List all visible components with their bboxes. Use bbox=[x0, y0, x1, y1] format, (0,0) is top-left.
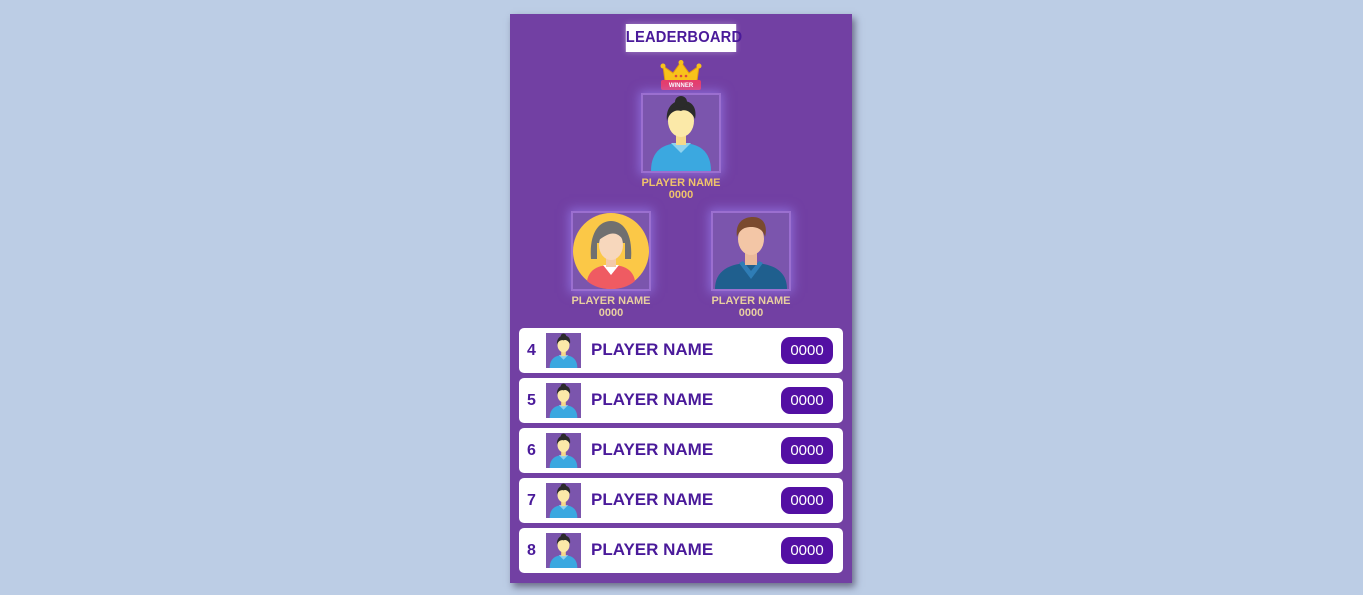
player-avatar-icon bbox=[546, 333, 581, 368]
leaderboard-row[interactable]: 4 PLAYER NAME 0000 bbox=[519, 328, 843, 373]
player-avatar-icon bbox=[546, 383, 581, 418]
leaderboard-row[interactable]: 8 PLAYER NAME 0000 bbox=[519, 528, 843, 573]
third-place-avatar bbox=[711, 211, 791, 291]
female-avatar-icon bbox=[643, 95, 719, 171]
row-score-badge: 0000 bbox=[781, 437, 833, 464]
third-place-score: 0000 bbox=[738, 307, 764, 319]
row-rank: 6 bbox=[527, 442, 536, 459]
row-rank: 4 bbox=[527, 342, 536, 359]
player-avatar-icon bbox=[546, 533, 581, 568]
winner-avatar bbox=[641, 93, 721, 173]
second-place-avatar bbox=[571, 211, 651, 291]
third-place-name: PLAYER NAME bbox=[711, 295, 791, 307]
second-place-name: PLAYER NAME bbox=[571, 295, 651, 307]
row-score-badge: 0000 bbox=[781, 387, 833, 414]
row-rank: 7 bbox=[527, 492, 536, 509]
leaderboard-panel: LEADERBOARD WINNER PLAYER NAME 0000 PLAY… bbox=[510, 14, 852, 583]
winner-score: 0000 bbox=[668, 189, 694, 201]
player-avatar-icon bbox=[546, 433, 581, 468]
row-score-badge: 0000 bbox=[781, 487, 833, 514]
second-place-score: 0000 bbox=[598, 307, 624, 319]
row-player-name: PLAYER NAME bbox=[591, 540, 714, 559]
crown-icon: WINNER bbox=[660, 60, 702, 92]
winner-badge-label: WINNER bbox=[668, 83, 694, 89]
winner-name: PLAYER NAME bbox=[641, 177, 721, 189]
leaderboard-row[interactable]: 5 PLAYER NAME 0000 bbox=[519, 378, 843, 423]
row-rank: 5 bbox=[527, 392, 536, 409]
row-rank: 8 bbox=[527, 542, 536, 559]
row-player-name: PLAYER NAME bbox=[591, 440, 714, 459]
row-player-name: PLAYER NAME bbox=[591, 490, 714, 509]
row-player-name: PLAYER NAME bbox=[591, 390, 714, 409]
leaderboard-title: LEADERBOARD bbox=[625, 24, 742, 52]
row-score-badge: 0000 bbox=[781, 337, 833, 364]
player-avatar-icon bbox=[546, 483, 581, 518]
row-player-name: PLAYER NAME bbox=[591, 340, 714, 359]
row-score-badge: 0000 bbox=[781, 537, 833, 564]
woman-avatar-icon bbox=[573, 213, 649, 289]
man-avatar-icon bbox=[713, 213, 789, 289]
leaderboard-row[interactable]: 6 PLAYER NAME 0000 bbox=[519, 428, 843, 473]
leaderboard-row[interactable]: 7 PLAYER NAME 0000 bbox=[519, 478, 843, 523]
